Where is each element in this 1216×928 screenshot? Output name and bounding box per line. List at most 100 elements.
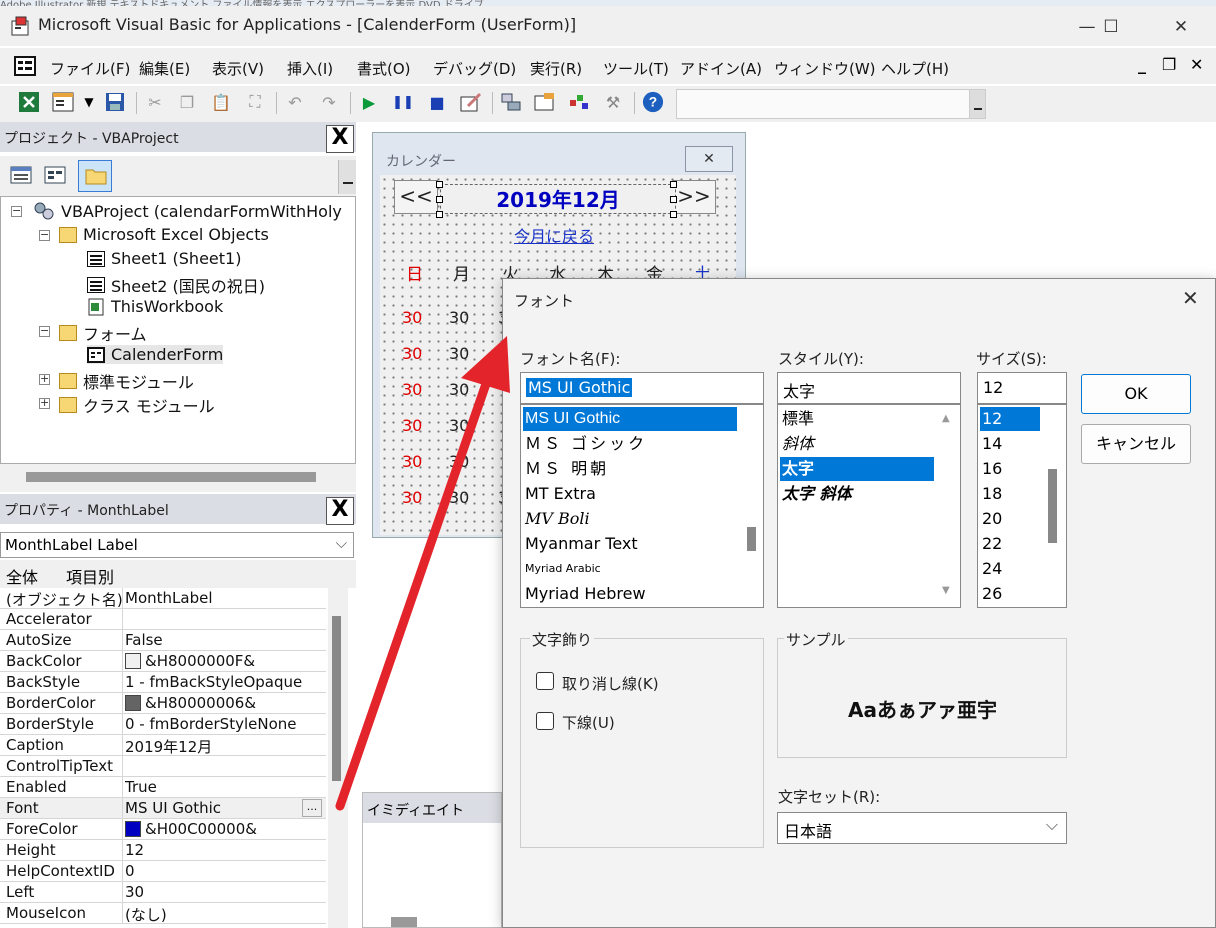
menu-insert[interactable]: 挿入(I) — [287, 58, 333, 79]
form-close-button[interactable]: ✕ — [685, 146, 733, 172]
day-cell[interactable]: 30 — [449, 452, 469, 471]
size-list-item[interactable]: 22 — [980, 532, 1004, 556]
size-list-item[interactable]: 20 — [980, 507, 1004, 531]
project-explorer-icon[interactable] — [500, 91, 522, 113]
scroll-thumb[interactable] — [332, 616, 341, 781]
property-row[interactable]: Enabled True — [0, 777, 326, 798]
mdi-restore-button[interactable]: ❐ — [1162, 55, 1176, 74]
style-list-item[interactable]: 太字 — [780, 457, 934, 481]
menu-addins[interactable]: アドイン(A) — [680, 58, 762, 79]
property-value[interactable]: (なし) — [125, 904, 321, 925]
size-list-item[interactable]: 14 — [980, 432, 1004, 456]
tab-categorized[interactable]: 項目別 — [66, 564, 114, 588]
scroll-thumb[interactable] — [26, 472, 316, 482]
dialog-close-button[interactable]: ✕ — [1182, 286, 1199, 310]
tree-node-excel-objects[interactable]: Microsoft Excel Objects — [59, 225, 269, 244]
redo-icon[interactable]: ↷ — [318, 91, 340, 113]
collapse-toggle[interactable]: − — [39, 229, 50, 241]
font-list-item[interactable]: ＭＳ ゴシック — [523, 432, 649, 456]
object-browser-icon[interactable] — [568, 91, 590, 113]
day-cell[interactable]: 30 — [402, 416, 422, 435]
property-row[interactable]: Height 12 — [0, 840, 326, 861]
ok-button[interactable]: OK — [1081, 374, 1191, 414]
property-row[interactable]: Accelerator — [0, 609, 326, 630]
tree-node-sheet1[interactable]: Sheet1 (Sheet1) — [87, 249, 241, 268]
day-cell[interactable]: 30 — [402, 488, 422, 507]
property-value[interactable]: &H8000000F& — [125, 652, 321, 670]
properties-vscrollbar[interactable] — [328, 588, 348, 928]
excel-icon[interactable] — [18, 91, 40, 113]
collapse-toggle[interactable]: − — [11, 205, 22, 217]
scroll-thumb[interactable] — [747, 527, 756, 551]
run-icon[interactable]: ▶ — [358, 91, 380, 113]
find-icon[interactable]: ⛶ — [244, 91, 266, 113]
scroll-down-icon[interactable]: ▼ — [942, 585, 950, 596]
property-row[interactable]: BorderStyle 0 - fmBorderStyleNone — [0, 714, 326, 735]
property-value[interactable]: 30 — [125, 883, 321, 901]
menu-window[interactable]: ウィンドウ(W) — [774, 58, 876, 79]
tree-node-modules[interactable]: 標準モジュール — [59, 369, 194, 393]
paste-icon[interactable]: 📋 — [210, 91, 232, 113]
tree-node-forms[interactable]: フォーム — [59, 321, 147, 345]
object-select[interactable]: MonthLabel Label ⌵ — [0, 532, 354, 558]
property-value[interactable]: &H80000006& — [125, 694, 321, 712]
size-list-item[interactable]: 16 — [980, 457, 1004, 481]
insert-userform-icon[interactable] — [52, 91, 74, 113]
strikeout-checkbox[interactable] — [536, 672, 554, 690]
property-row[interactable]: (オブジェクト名) MonthLabel — [0, 588, 326, 609]
font-list-item[interactable]: Myriad Arabic — [523, 557, 603, 581]
property-value[interactable]: 0 - fmBorderStyleNone — [125, 715, 321, 733]
toolbox-icon[interactable]: ⚒ — [602, 91, 624, 113]
property-row[interactable]: Caption 2019年12月 — [0, 735, 326, 756]
property-row[interactable]: MouseIcon (なし) — [0, 903, 326, 924]
scroll-up-icon[interactable]: ▲ — [942, 413, 950, 424]
day-cell[interactable]: 30 — [449, 488, 469, 507]
font-name-input[interactable]: MS UI Gothic — [520, 372, 764, 404]
immediate-window[interactable]: イミディエイト — [362, 792, 502, 928]
property-value[interactable]: &H00C00000& — [125, 820, 321, 838]
font-list-item[interactable]: Myriad Hebrew — [523, 582, 648, 606]
view-code-icon[interactable] — [10, 166, 32, 184]
undo-icon[interactable]: ↶ — [284, 91, 306, 113]
property-row[interactable]: AutoSize False — [0, 630, 326, 651]
menu-tools[interactable]: ツール(T) — [603, 58, 669, 79]
form-window-icon[interactable] — [14, 56, 36, 76]
expand-toggle[interactable]: + — [39, 397, 50, 409]
property-row[interactable]: BackStyle 1 - fmBackStyleOpaque — [0, 672, 326, 693]
property-row[interactable]: BorderColor &H80000006& — [0, 693, 326, 714]
property-row[interactable]: BackColor &H8000000F& — [0, 651, 326, 672]
style-list-item[interactable]: 太字 斜体 — [780, 482, 854, 506]
menu-help[interactable]: ヘルプ(H) — [881, 58, 949, 79]
menu-debug[interactable]: デバッグ(D) — [433, 58, 516, 79]
size-list-item[interactable]: 12 — [980, 407, 1040, 431]
font-name-list[interactable]: MS UI Gothic ＭＳ ゴシック ＭＳ 明朝 MT Extra MV Boli M… — [520, 404, 764, 608]
menu-run[interactable]: 実行(R) — [530, 58, 582, 79]
size-input[interactable]: 12 — [977, 372, 1067, 404]
design-mode-icon[interactable] — [460, 91, 482, 113]
today-link[interactable]: 今月に戻る — [514, 223, 594, 247]
expand-toggle[interactable]: + — [39, 373, 50, 385]
day-cell[interactable]: 30 — [402, 452, 422, 471]
size-list[interactable]: 12 14 16 18 20 22 24 26 — [977, 404, 1067, 608]
property-row[interactable]: ForeColor &H00C00000& — [0, 819, 326, 840]
font-ellipsis-button[interactable]: ... — [302, 799, 322, 817]
font-list-item[interactable]: Myanmar Text — [523, 532, 640, 556]
style-list-item[interactable]: 斜体 — [780, 432, 816, 456]
size-list-item[interactable]: 18 — [980, 482, 1004, 506]
size-list-item[interactable]: 26 — [980, 582, 1004, 606]
property-value[interactable]: 2019年12月 — [125, 736, 321, 757]
property-row[interactable]: HelpContextID 0 — [0, 861, 326, 882]
property-value[interactable]: MonthLabel — [125, 589, 321, 607]
font-list-item[interactable]: MV Boli — [523, 507, 592, 531]
property-value[interactable]: False — [125, 631, 321, 649]
copy-icon[interactable]: ❐ — [176, 91, 198, 113]
font-list-item[interactable]: MT Extra — [523, 482, 598, 506]
property-row[interactable]: Left 30 — [0, 882, 326, 903]
day-cell[interactable]: 30 — [449, 416, 469, 435]
day-cell[interactable]: 30 — [402, 344, 422, 363]
style-input[interactable]: 太字 — [777, 372, 961, 404]
resize-handle[interactable] — [670, 211, 677, 218]
break-icon[interactable]: ❚❚ — [392, 91, 414, 113]
cancel-button[interactable]: キャンセル — [1081, 424, 1191, 464]
properties-icon[interactable] — [534, 91, 556, 113]
